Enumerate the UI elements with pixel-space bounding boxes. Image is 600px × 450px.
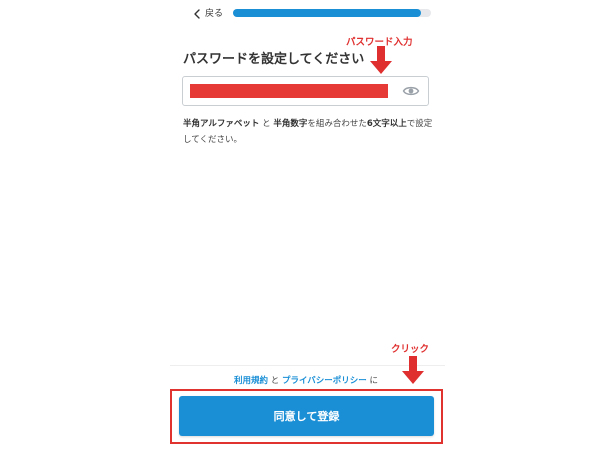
password-field[interactable] (182, 76, 429, 106)
progress-fill (233, 9, 422, 17)
arrow-down-icon (370, 46, 392, 74)
agree-register-button[interactable]: 同意して登録 (179, 396, 434, 436)
password-hint: 半角アルファベット と 半角数字を組み合わせた6文字以上で設定してください。 (183, 116, 438, 148)
page-title: パスワードを設定してください (183, 52, 365, 67)
password-redaction (190, 84, 388, 98)
hint-and: と (259, 119, 274, 129)
chevron-left-icon (194, 9, 200, 19)
hint-combine: を組み合わせた (307, 119, 367, 129)
back-label: 戻る (205, 9, 224, 19)
privacy-policy-link[interactable]: プライバシーポリシー (282, 376, 367, 386)
annotation-click-label: クリック (391, 344, 430, 355)
hint-alphabet: 半角アルファベット (183, 119, 260, 129)
eye-icon[interactable] (402, 83, 420, 99)
hint-min-length: 6文字以上 (366, 119, 407, 129)
terms-and: と (268, 376, 282, 386)
terms-suffix: に (366, 376, 378, 386)
terms-link[interactable]: 利用規約 (234, 376, 268, 386)
progress-bar (233, 9, 431, 17)
hint-digits: 半角数字 (273, 119, 308, 129)
back-button[interactable]: 戻る (193, 6, 223, 22)
terms-agreement: 利用規約 と プライバシーポリシー に (180, 374, 432, 386)
